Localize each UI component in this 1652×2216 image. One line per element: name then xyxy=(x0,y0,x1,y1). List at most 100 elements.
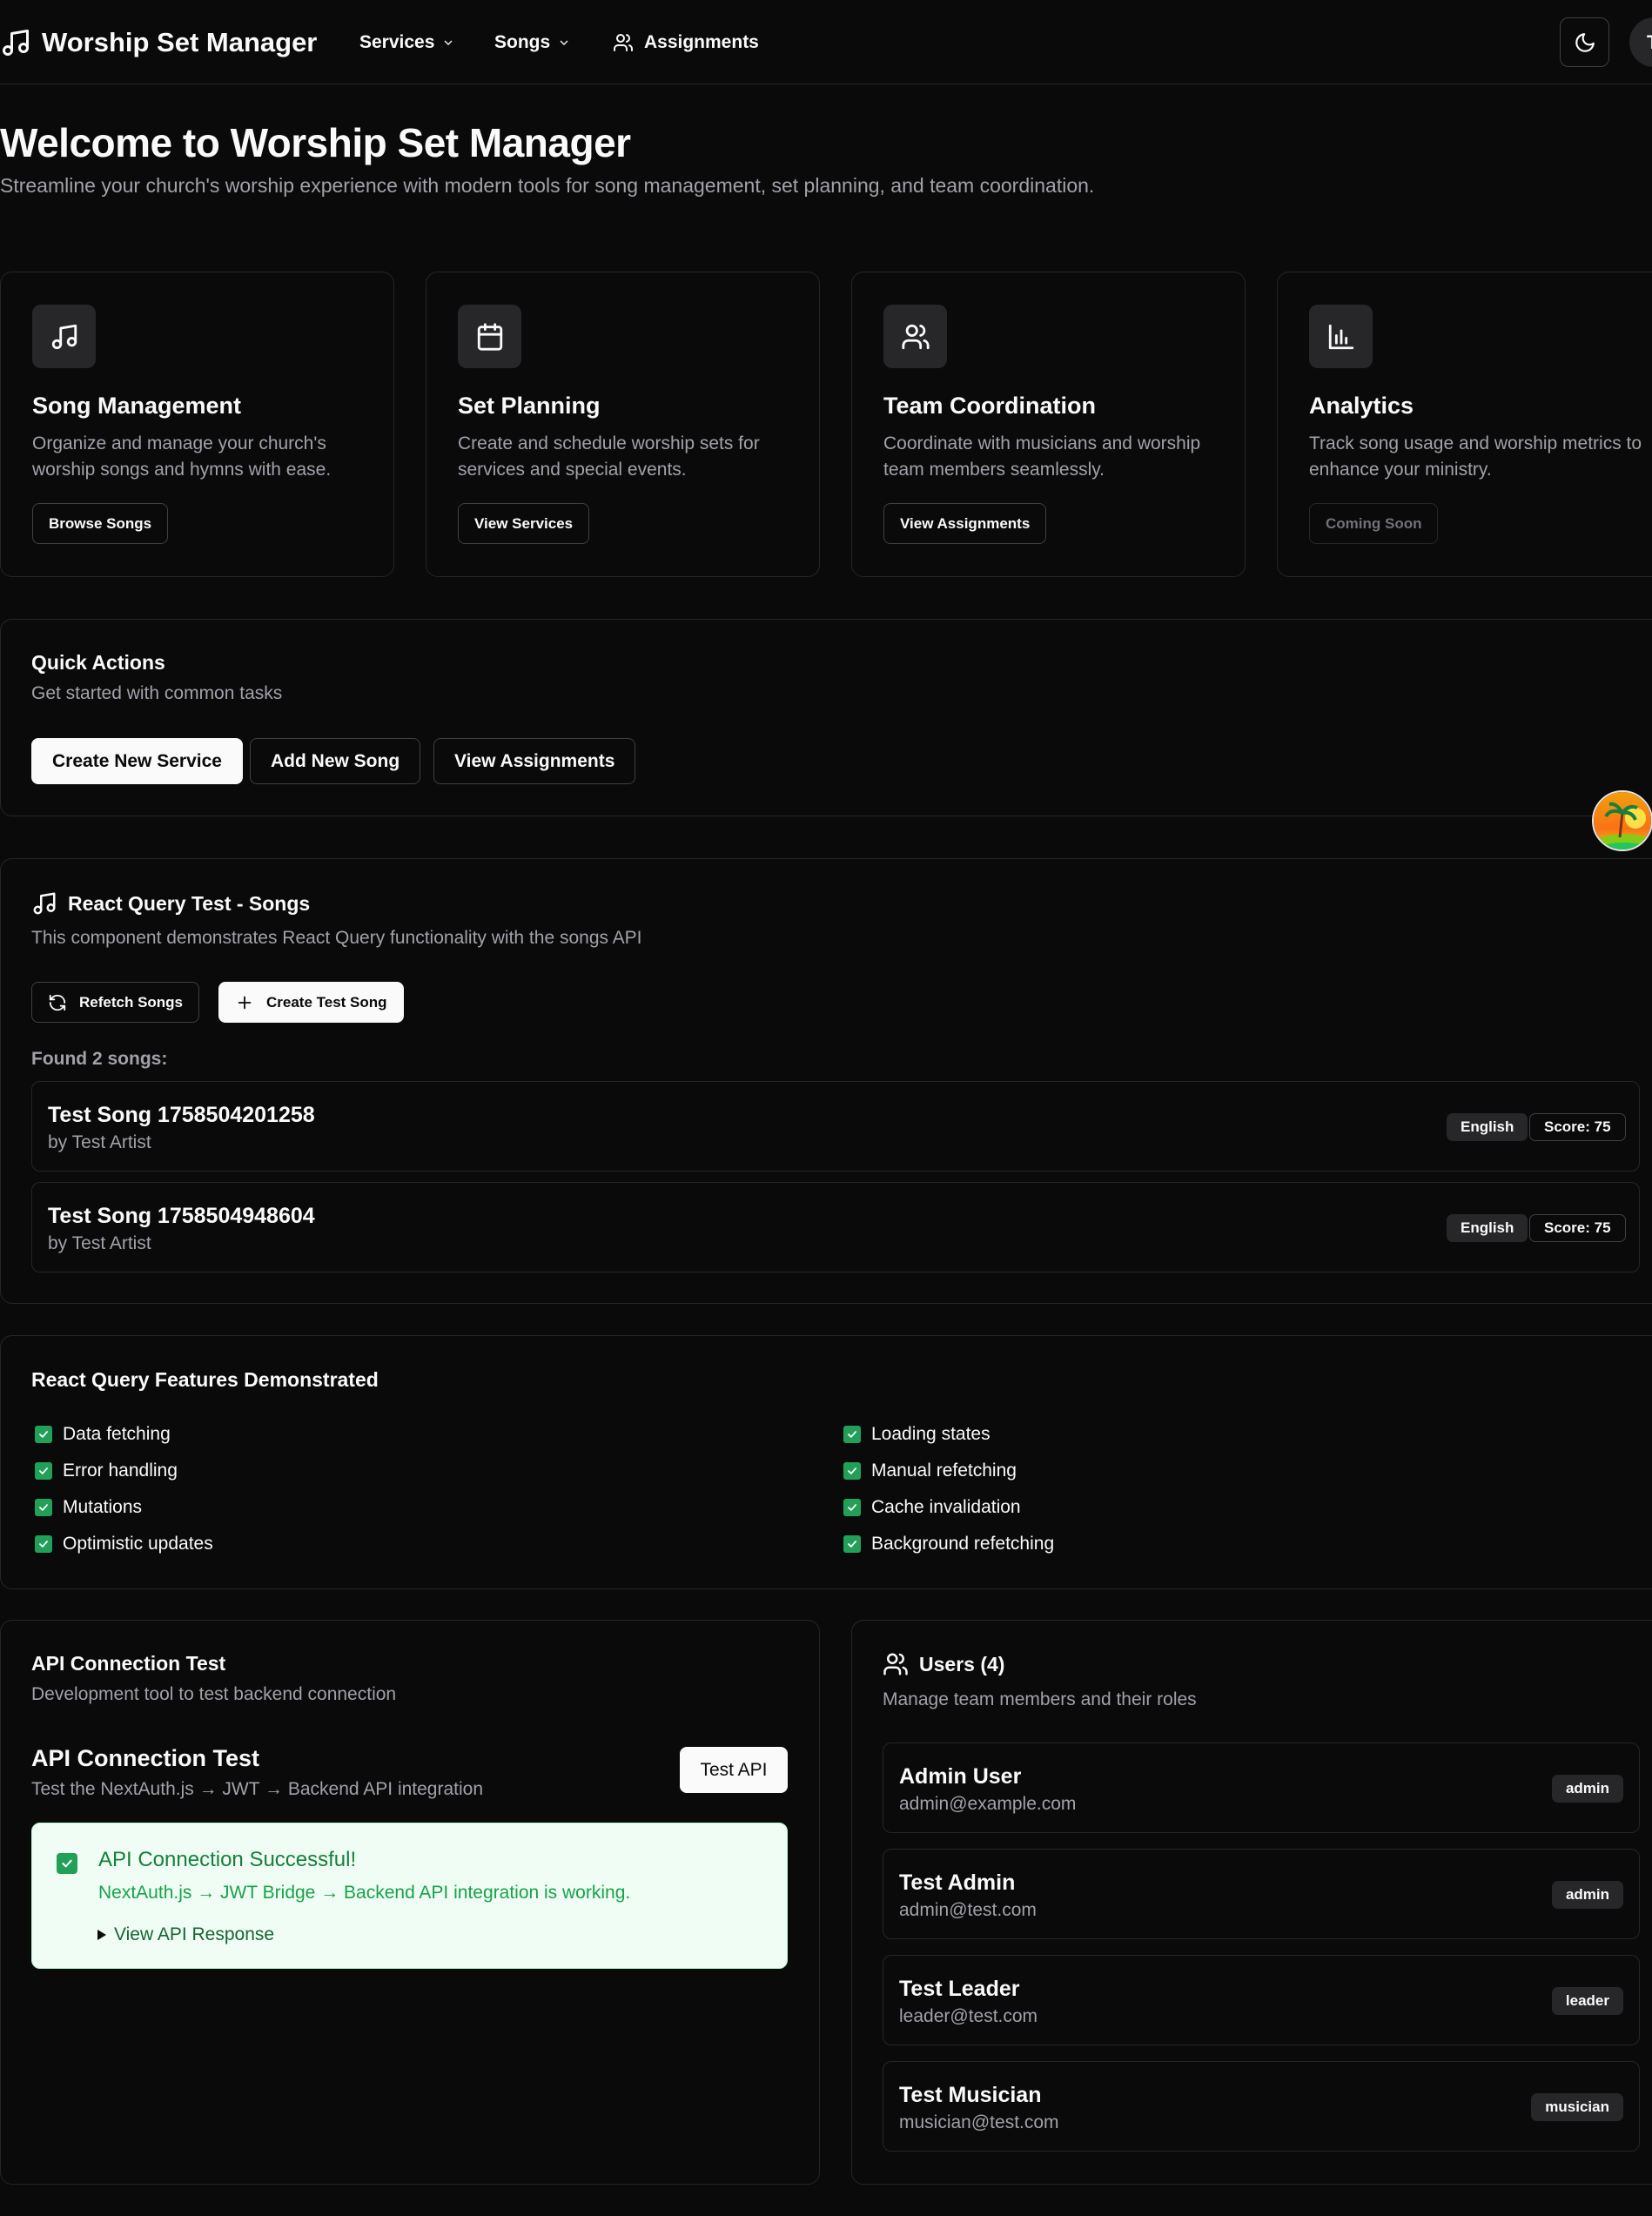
bar-chart-icon xyxy=(1309,305,1373,368)
user-name: Test Leader xyxy=(899,1977,1020,2001)
feature-desc: Coordinate with musicians and worship te… xyxy=(883,433,1201,480)
feature-check-item: Background refetching xyxy=(843,1532,1054,1556)
create-test-song-button[interactable]: Create Test Song xyxy=(218,982,404,1023)
page-subtitle: Streamline your church's worship experie… xyxy=(0,174,1095,197)
view-assignments-button[interactable]: View Assignments xyxy=(883,503,1047,544)
react-query-subtitle: This component demonstrates React Query … xyxy=(31,928,642,948)
role-badge: leader xyxy=(1551,1987,1623,2015)
feature-check-label: Error handling xyxy=(63,1461,178,1481)
song-artist: by Test Artist xyxy=(48,1233,151,1253)
role-badge: admin xyxy=(1551,1881,1623,1909)
users-icon xyxy=(883,1653,908,1675)
nav-songs-label: Songs xyxy=(494,32,551,52)
song-list-item[interactable]: Test Song 1758504201258 by Test Artist E… xyxy=(31,1081,1640,1172)
music-note-icon xyxy=(32,305,96,368)
song-title: Test Song 1758504201258 xyxy=(48,1103,315,1127)
create-new-service-button[interactable]: Create New Service xyxy=(31,738,243,784)
song-title: Test Song 1758504948604 xyxy=(48,1204,315,1228)
feature-desc: Track song usage and worship metrics to … xyxy=(1309,433,1642,480)
checkbox-checked-icon xyxy=(843,1499,861,1516)
feature-check-label: Background refetching xyxy=(871,1534,1055,1554)
api-success-alert: API Connection Successful! NextAuth.js →… xyxy=(31,1823,788,1969)
feature-title: Team Coordination xyxy=(883,393,1097,419)
view-api-response-label: View API Response xyxy=(114,1924,275,1944)
refresh-icon xyxy=(49,994,66,1011)
feature-card-analytics: Analytics Track song usage and worship m… xyxy=(1277,272,1652,577)
api-heading: API Connection Test xyxy=(31,1745,260,1771)
role-badge: musician xyxy=(1531,2093,1623,2121)
nav-services[interactable]: Services xyxy=(359,30,455,56)
feature-card-set-planning: Set Planning Create and schedule worship… xyxy=(426,272,820,577)
checkbox-checked-icon xyxy=(35,1462,52,1480)
feature-desc: Create and schedule worship sets for ser… xyxy=(458,433,760,480)
refetch-songs-label: Refetch Songs xyxy=(79,994,184,1011)
user-avatar[interactable]: T xyxy=(1629,17,1652,67)
chevron-down-icon xyxy=(444,40,453,45)
language-badge: English xyxy=(1447,1113,1528,1141)
song-list-item[interactable]: Test Song 1758504948604 by Test Artist E… xyxy=(31,1182,1640,1273)
feature-title: Set Planning xyxy=(458,393,601,419)
user-list-item[interactable]: Test Admin admin@test.com admin xyxy=(883,1849,1640,1939)
api-card-title: API Connection Test xyxy=(31,1652,226,1675)
feature-check-item: Error handling xyxy=(35,1459,178,1483)
checkbox-checked-icon xyxy=(843,1426,861,1443)
feature-check-item: Manual refetching xyxy=(843,1459,1017,1483)
app-brand[interactable]: Worship Set Manager xyxy=(42,26,317,59)
view-api-response-toggle[interactable]: View API Response xyxy=(97,1923,274,1947)
refetch-songs-button[interactable]: Refetch Songs xyxy=(31,982,200,1023)
api-success-desc: NextAuth.js → JWT Bridge → Backend API i… xyxy=(98,1883,631,1903)
react-query-title-text: React Query Test - Songs xyxy=(68,892,311,915)
user-email: leader@test.com xyxy=(899,2006,1038,2026)
feature-card-team-coordination: Team Coordination Coordinate with musici… xyxy=(851,272,1246,577)
features-demonstrated-title: React Query Features Demonstrated xyxy=(31,1368,379,1391)
feature-card-song-management: Song Management Organize and manage your… xyxy=(0,272,394,577)
feature-check-item: Cache invalidation xyxy=(843,1495,1021,1520)
browse-songs-button[interactable]: Browse Songs xyxy=(32,503,169,544)
language-badge: English xyxy=(1447,1214,1528,1242)
user-email: admin@example.com xyxy=(899,1794,1077,1814)
top-navbar: Worship Set Manager Services Songs Assig… xyxy=(0,0,1652,84)
users-subtitle: Manage team members and their roles xyxy=(883,1689,1197,1709)
floating-profile-avatar[interactable] xyxy=(1592,790,1652,851)
feature-title: Analytics xyxy=(1309,393,1414,419)
checkbox-checked-icon xyxy=(57,1853,77,1874)
quick-actions-title: Quick Actions xyxy=(31,651,165,674)
view-assignments-button[interactable]: View Assignments xyxy=(433,738,636,784)
feature-check-label: Optimistic updates xyxy=(63,1534,213,1554)
feature-check-item: Mutations xyxy=(35,1495,142,1520)
music-note-icon xyxy=(33,892,56,915)
nav-assignments-label: Assignments xyxy=(644,32,759,52)
user-name: Test Admin xyxy=(899,1870,1016,1895)
feature-title: Song Management xyxy=(32,393,242,419)
view-services-button[interactable]: View Services xyxy=(458,503,590,544)
plus-icon xyxy=(238,996,252,1009)
user-name: Admin User xyxy=(899,1764,1022,1789)
user-list-item[interactable]: Test Musician musician@test.com musician xyxy=(883,2061,1640,2152)
nav-songs[interactable]: Songs xyxy=(494,30,571,56)
checkbox-checked-icon xyxy=(35,1426,52,1443)
feature-check-label: Data fetching xyxy=(63,1424,171,1444)
nav-services-label: Services xyxy=(359,32,435,52)
triangle-right-icon xyxy=(97,1930,106,1940)
theme-toggle-button[interactable] xyxy=(1560,17,1609,67)
chevron-down-icon xyxy=(560,40,568,45)
feature-check-label: Manual refetching xyxy=(871,1461,1017,1481)
songs-found-count: Found 2 songs: xyxy=(31,1049,168,1069)
quick-actions-subtitle: Get started with common tasks xyxy=(31,683,283,703)
role-badge: admin xyxy=(1551,1775,1623,1803)
user-list-item[interactable]: Admin User admin@example.com admin xyxy=(883,1743,1640,1833)
feature-check-label: Cache invalidation xyxy=(871,1497,1021,1517)
coming-soon-button: Coming Soon xyxy=(1309,503,1439,544)
api-description: Test the NextAuth.js → JWT → Backend API… xyxy=(31,1779,484,1799)
score-badge: Score: 75 xyxy=(1529,1113,1626,1141)
user-list-item[interactable]: Test Leader leader@test.com leader xyxy=(883,1955,1640,2045)
quick-actions-card xyxy=(0,619,1652,816)
checkbox-checked-icon xyxy=(843,1535,861,1553)
nav-assignments[interactable]: Assignments xyxy=(613,30,759,56)
add-new-song-button[interactable]: Add New Song xyxy=(250,738,421,784)
user-name: Test Musician xyxy=(899,2083,1042,2107)
react-query-title: React Query Test - Songs xyxy=(31,890,310,917)
test-api-button[interactable]: Test API xyxy=(680,1747,788,1793)
checkbox-checked-icon xyxy=(35,1535,52,1553)
feature-check-item: Data fetching xyxy=(35,1422,171,1447)
